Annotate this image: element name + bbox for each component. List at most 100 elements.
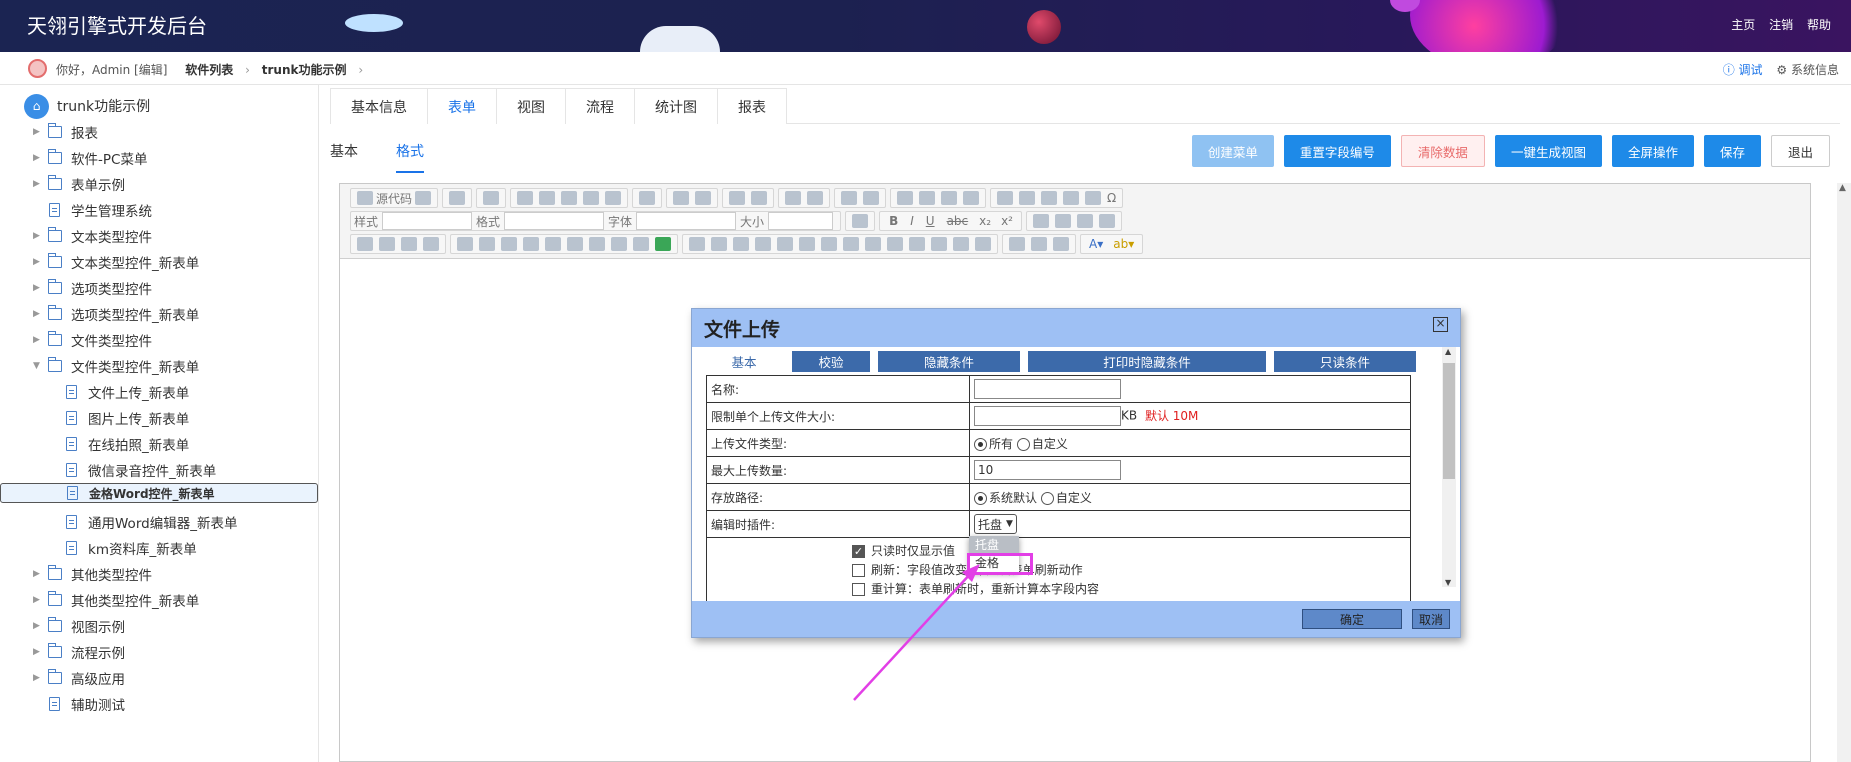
form-checkbox-icon[interactable] — [357, 237, 373, 251]
scroll-up-arrow-icon[interactable]: ▲ — [1445, 347, 1451, 356]
debug-link[interactable]: 调试 — [1739, 63, 1763, 77]
sysinfo-link[interactable]: 系统信息 — [1791, 63, 1839, 77]
sidebar-item[interactable]: ▶ 报表 — [0, 119, 318, 145]
form-radio-icon[interactable] — [379, 237, 395, 251]
cancel-button[interactable]: 取消 — [1412, 609, 1450, 629]
flash-icon[interactable] — [1019, 191, 1036, 205]
image-icon[interactable] — [997, 191, 1014, 205]
create-menu-button[interactable]: 创建菜单 — [1191, 135, 1274, 167]
sidebar-item[interactable]: ▶ 其他类型控件_新表单 — [0, 587, 318, 613]
sidebar-item[interactable]: 图片上传_新表单 — [0, 405, 318, 431]
unlink-icon[interactable] — [1031, 237, 1047, 251]
chevron-right-icon[interactable]: ▶ — [33, 335, 40, 345]
refresh-checkbox[interactable] — [852, 564, 865, 577]
tab-2[interactable]: 视图 — [496, 88, 566, 124]
path-custom-radio[interactable] — [1040, 491, 1054, 505]
size-combo[interactable] — [768, 212, 834, 230]
source-button[interactable]: 源代码 — [376, 190, 412, 207]
chevron-right-icon[interactable]: ▶ — [33, 179, 40, 189]
chevron-right-icon[interactable]: ▶ — [33, 647, 40, 657]
chevron-down-icon[interactable]: ▼ — [33, 361, 40, 371]
chevron-right-icon[interactable]: ▶ — [33, 257, 40, 267]
maximize-icon[interactable] — [852, 214, 869, 228]
paste-word-icon[interactable] — [605, 191, 622, 205]
home-link[interactable]: 主页 — [1731, 18, 1755, 32]
dialog-tab-readonly[interactable]: 只读条件 — [1274, 351, 1416, 372]
tab-1[interactable]: 表单 — [427, 88, 497, 124]
tree-root[interactable]: ⌂ trunk功能示例 — [24, 93, 150, 119]
breadcrumb-trunk[interactable]: trunk功能示例 — [262, 63, 347, 77]
name-input[interactable] — [974, 379, 1121, 399]
sidebar-item[interactable]: 金格Word控件_新表单 — [0, 483, 318, 503]
generate-view-button[interactable]: 一键生成视图 — [1494, 135, 1602, 167]
clear-data-button[interactable]: 清除数据 — [1400, 135, 1485, 167]
subtab-0[interactable]: 基本 — [330, 135, 358, 173]
sidebar-item[interactable]: ▶ 文件类型控件 — [0, 327, 318, 353]
logout-link[interactable]: 注销 — [1769, 18, 1793, 32]
strike-icon[interactable]: abc — [947, 214, 969, 228]
chevron-right-icon[interactable]: ▶ — [33, 127, 40, 137]
font-combo[interactable] — [636, 212, 737, 230]
page-scrollbar[interactable]: ▲ — [1837, 183, 1851, 762]
find-icon[interactable] — [729, 191, 746, 205]
chevron-right-icon[interactable]: ▶ — [33, 595, 40, 605]
ok-button[interactable]: 确定 — [1302, 609, 1402, 629]
dialog-scrollbar[interactable]: ▲ ▼ — [1442, 347, 1456, 587]
sidebar-item[interactable]: 辅助测试 — [0, 691, 318, 717]
select-all-icon[interactable] — [785, 191, 802, 205]
text-color-icon[interactable]: A▾ — [1089, 237, 1103, 251]
paste-icon[interactable] — [561, 191, 578, 205]
bold-icon[interactable]: B — [889, 214, 898, 228]
cut-icon[interactable] — [517, 191, 534, 205]
form-textfield-icon[interactable] — [401, 237, 417, 251]
template-icon[interactable] — [483, 191, 500, 205]
align-justify-icon[interactable] — [1098, 214, 1115, 228]
breadcrumb-software-list[interactable]: 软件列表 — [185, 63, 233, 77]
anchor-icon[interactable] — [1053, 237, 1069, 251]
sidebar-item[interactable]: 文件上传_新表单 — [0, 379, 318, 405]
sidebar-item[interactable]: ▶ 文本类型控件_新表单 — [0, 249, 318, 275]
scroll-up-arrow-icon[interactable]: ▲ — [1839, 183, 1846, 193]
sidebar-item[interactable]: ▶ 高级应用 — [0, 665, 318, 691]
filetype-all-radio[interactable] — [974, 437, 987, 451]
undo-icon[interactable] — [673, 191, 690, 205]
dialog-scroll-thumb[interactable] — [1443, 363, 1455, 479]
close-icon[interactable]: × — [1433, 317, 1448, 332]
dialog-tab-hide[interactable]: 隐藏条件 — [878, 351, 1020, 372]
spellcheck-icon[interactable] — [639, 191, 656, 205]
align-center-icon[interactable] — [1054, 214, 1071, 228]
tab-0[interactable]: 基本信息 — [330, 88, 428, 124]
greeting-text[interactable]: 你好，Admin [编辑] — [56, 63, 167, 77]
dialog-tab-validate[interactable]: 校验 — [792, 351, 870, 372]
dialog-tab-print-hide[interactable]: 打印时隐藏条件 — [1028, 351, 1266, 372]
superscript-icon[interactable]: x² — [1001, 214, 1013, 228]
numbered-list-icon[interactable] — [841, 191, 858, 205]
dialog-tab-basic[interactable]: 基本 — [704, 351, 784, 372]
format-combo[interactable] — [504, 212, 605, 230]
dropdown-option-tray[interactable]: 托盘 — [969, 536, 1019, 554]
subtab-1[interactable]: 格式 — [396, 135, 424, 173]
replace-icon[interactable] — [751, 191, 768, 205]
chevron-right-icon[interactable]: ▶ — [33, 621, 40, 631]
align-right-icon[interactable] — [1076, 214, 1093, 228]
add-field-icon[interactable] — [655, 237, 671, 251]
bg-color-icon[interactable]: ab▾ — [1113, 237, 1134, 251]
tab-4[interactable]: 统计图 — [634, 88, 718, 124]
plugin-select[interactable]: 托盘 ▼ — [974, 514, 1017, 534]
link-icon[interactable] — [1009, 237, 1025, 251]
sidebar-item[interactable]: ▶ 选项类型控件 — [0, 275, 318, 301]
remove-format-icon[interactable] — [807, 191, 824, 205]
sidebar-item[interactable]: km资料库_新表单 — [0, 535, 318, 561]
preview-icon[interactable] — [449, 191, 466, 205]
smiley-icon[interactable] — [1085, 191, 1102, 205]
align-left-icon[interactable] — [1032, 214, 1049, 228]
exit-button[interactable]: 退出 — [1770, 135, 1830, 167]
readonly-value-checkbox[interactable]: ✓ — [852, 545, 865, 558]
italic-icon[interactable]: I — [910, 214, 914, 228]
sidebar-item[interactable]: ▶ 文本类型控件 — [0, 223, 318, 249]
sidebar-item[interactable]: ▶ 流程示例 — [0, 639, 318, 665]
sidebar-item[interactable]: 微信录音控件_新表单 — [0, 457, 318, 483]
recalc-checkbox[interactable] — [852, 583, 865, 596]
sidebar-item[interactable]: 在线拍照_新表单 — [0, 431, 318, 457]
redo-icon[interactable] — [695, 191, 712, 205]
